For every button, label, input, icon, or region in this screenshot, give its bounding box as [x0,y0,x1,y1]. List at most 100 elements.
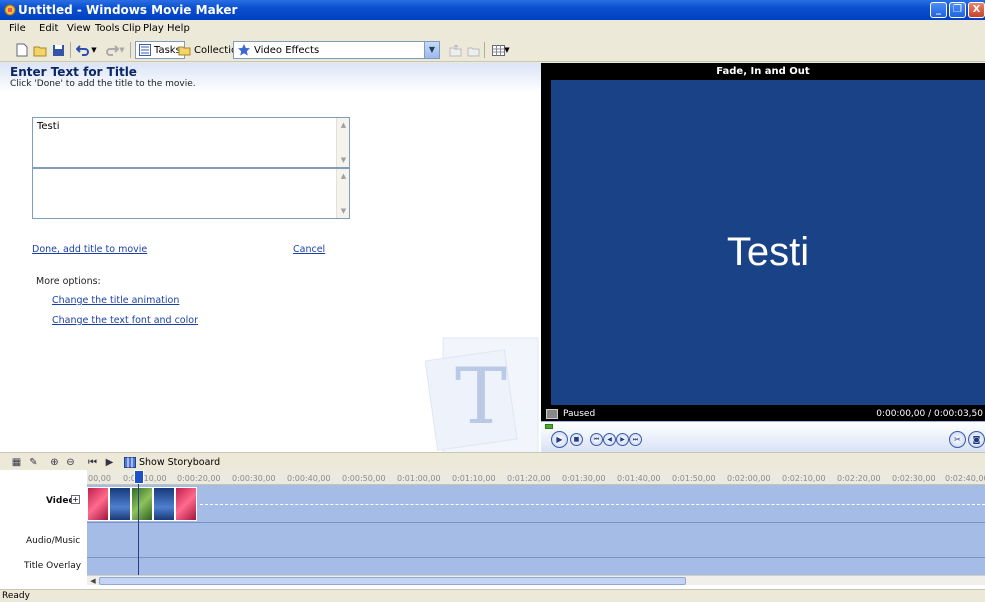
tick-label: 0:00:30,00 [232,474,276,483]
close-button[interactable]: X [968,2,985,18]
new-project-icon[interactable] [14,42,30,58]
new-folder-icon[interactable] [465,42,481,58]
task-instruction: Click 'Done' to add the title to the mov… [10,79,196,89]
show-storyboard-button[interactable]: Show Storyboard [124,456,220,469]
minimize-button[interactable]: _ [930,2,947,18]
title-watermark-icon: T [425,337,539,452]
lane-divider [87,557,985,558]
monitor-icon [546,409,558,419]
collections-select-value: Video Effects [254,44,320,56]
preview-screen: Testi [551,80,985,405]
preview-clip-title: Fade, In and Out [716,66,810,77]
status-text: Ready [2,591,30,601]
forward-icon[interactable]: ▶ [616,433,629,446]
seek-slider-handle[interactable] [545,424,553,429]
tick-label: 0:02:10,00 [782,474,826,483]
title-text-value: Testi [37,121,60,132]
more-options-label: More options: [36,276,101,287]
scroll-down-icon[interactable]: ▼ [338,205,349,217]
title-overlay-track-label: Title Overlay [24,561,82,571]
rewind-timeline-icon[interactable]: ⏮ [86,456,99,469]
storyboard-icon [124,457,136,468]
timeline-scrollbar[interactable]: ◀ [87,575,985,585]
stop-icon[interactable]: ■ [570,433,583,446]
save-icon[interactable] [50,42,66,58]
tick-label: 0:01:00,00 [397,474,441,483]
restore-button[interactable]: ❐ [949,2,966,18]
second-text-input[interactable]: ▲ ▼ [32,168,350,219]
video-clip[interactable] [131,487,153,521]
play-icon[interactable]: ▶ [551,431,568,448]
tick-label: 0:00:20,00 [177,474,221,483]
change-font-color-link[interactable]: Change the text font and color [52,315,198,326]
playhead-handle[interactable] [134,470,144,484]
play-timeline-icon[interactable]: ▶ [103,456,116,469]
playhead[interactable] [138,482,139,575]
zoom-in-icon[interactable]: ⊕ [48,456,61,469]
toolbar-separator [70,42,71,58]
video-clip[interactable] [109,487,131,521]
undo-icon[interactable] [75,42,91,58]
menu-view[interactable]: View [67,23,91,34]
title-text-input[interactable]: Testi ▲ ▼ [32,117,350,168]
tick-label: 0:00:40,00 [287,474,331,483]
title-bar: Untitled - Windows Movie Maker _ ❐ X [0,0,985,20]
open-project-icon[interactable] [32,42,48,58]
scroll-down-icon[interactable]: ▼ [338,154,349,166]
video-clip[interactable] [153,487,175,521]
audio-music-track-label: Audio/Music [26,536,81,546]
playback-state: Paused [563,409,596,419]
expand-video-track-icon[interactable]: + [71,495,80,504]
tick-label: 0:02:40,00 [945,474,985,483]
show-storyboard-label: Show Storyboard [139,457,221,468]
timeline: Video + Audio/Music Title Overlay 00,00 … [0,470,985,590]
next-frame-icon[interactable]: ⏭ [629,433,642,446]
toolbar-separator [484,42,485,58]
take-picture-icon[interactable]: ◙ [968,431,985,448]
menu-help[interactable]: Help [167,23,190,34]
playback-controls: ▶ ■ ⏮ ◀ ▶ ⏭ ✂ ◙ [541,421,985,452]
menu-play[interactable]: Play [143,23,164,34]
redo-dropdown-icon[interactable]: ▼ [118,42,126,58]
zoom-out-icon[interactable]: ⊖ [64,456,77,469]
second-text-scrollbar[interactable]: ▲ ▼ [336,169,349,218]
status-bar: Ready [0,589,985,602]
preview-status-bar: Paused 0:00:00,00 / 0:00:03,50 [541,407,985,421]
rewind-icon[interactable]: ◀ [603,433,616,446]
title-text-scrollbar[interactable]: ▲ ▼ [336,118,349,167]
cancel-link[interactable]: Cancel [293,244,325,255]
menu-file[interactable]: File [9,23,26,34]
timeline-ruler[interactable]: 00,00 0:00:10,00 0:00:20,00 0:00:30,00 0… [87,470,985,485]
change-title-animation-link[interactable]: Change the title animation [52,295,179,306]
timeline-lanes[interactable] [87,485,985,575]
previous-frame-icon[interactable]: ⏮ [590,433,603,446]
chevron-down-icon[interactable]: ▼ [424,42,439,58]
video-clip[interactable] [175,487,197,521]
tick-label: 0:02:20,00 [837,474,881,483]
preview-title-text: Testi [726,230,810,274]
window-title: Untitled - Windows Movie Maker [18,3,238,17]
undo-dropdown-icon[interactable]: ▼ [90,42,98,58]
scroll-up-icon[interactable]: ▲ [338,170,349,182]
up-one-level-icon[interactable] [447,42,463,58]
split-clip-icon[interactable]: ✂ [949,431,966,448]
collections-select[interactable]: Video Effects ▼ [233,41,440,59]
video-clip[interactable] [87,487,109,521]
tick-label: 0:00:10,00 [123,474,167,483]
scroll-left-icon[interactable]: ◀ [87,576,99,586]
narrate-timeline-icon[interactable]: ✎ [27,456,40,469]
timeline-toolbar: ▦ ✎ ⊕ ⊖ ⏮ ▶ Show Storyboard [0,452,985,470]
movie-maker-icon [4,4,16,16]
views-dropdown-icon[interactable]: ▼ [503,42,511,58]
menu-tools[interactable]: Tools [95,23,120,34]
menu-clip[interactable]: Clip [122,23,141,34]
set-audio-levels-icon[interactable]: ▦ [10,456,23,469]
toolbar: ▼ ▼ Tasks Collections Video Effects ▼ ▼ [0,38,985,62]
scroll-up-icon[interactable]: ▲ [338,119,349,131]
empty-track-marker [200,504,985,505]
menu-edit[interactable]: Edit [39,23,58,34]
done-add-title-link[interactable]: Done, add title to movie [32,244,147,255]
tick-label: 0:00:50,00 [342,474,386,483]
scrollbar-thumb[interactable] [99,577,686,585]
tick-label: 00,00 [88,474,111,483]
